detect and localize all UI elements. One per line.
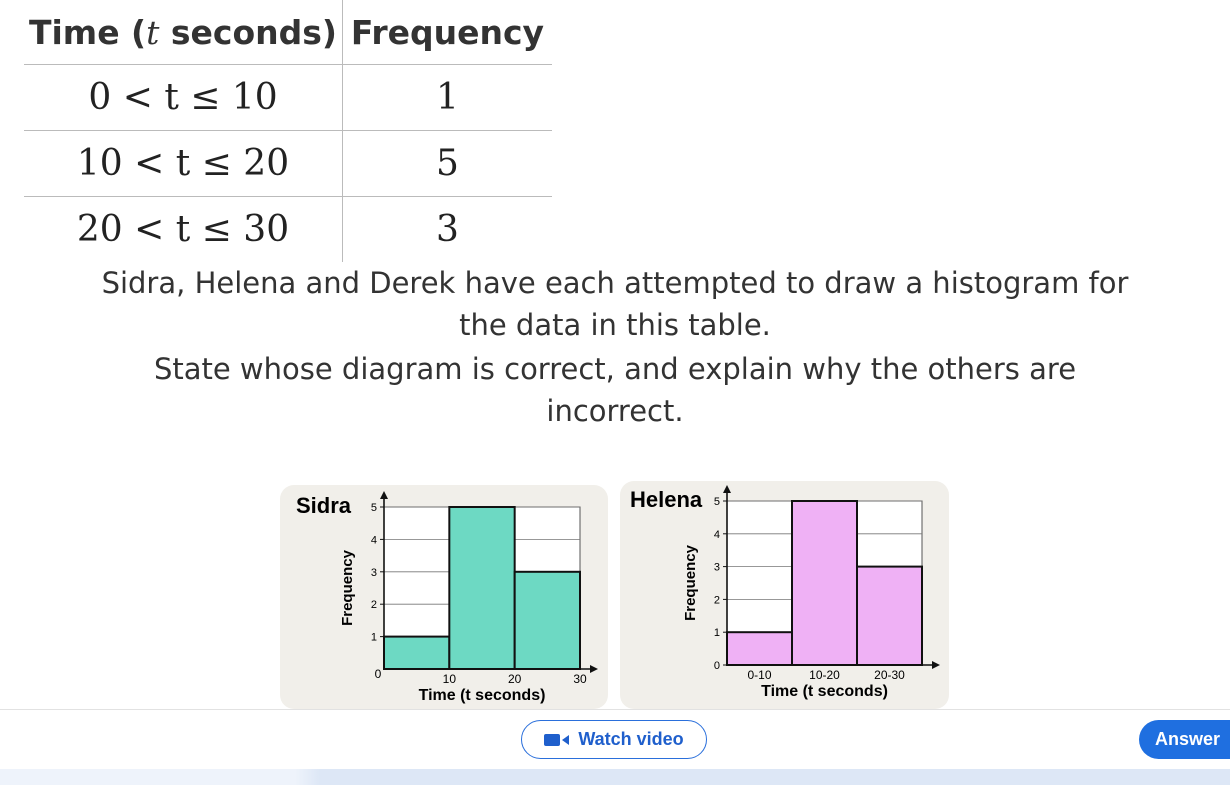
y-tick-label: 2	[371, 599, 377, 611]
answer-label: Answer	[1155, 729, 1221, 749]
frequency-cell: 1	[342, 64, 552, 131]
histogram-bar	[513, 570, 582, 670]
table-row: 20 < t ≤ 30 3	[24, 196, 552, 262]
histogram-bar	[726, 631, 793, 666]
histogram-bar	[856, 565, 923, 666]
x-tick-label: 0	[375, 667, 382, 681]
question-line-2: the data in this table.	[459, 308, 771, 342]
table-header-row: Time (t seconds) Frequency	[24, 0, 552, 65]
y-tick-label: 2	[714, 594, 720, 606]
frequency-cell: 3	[436, 209, 459, 250]
y-tick-label: 4	[714, 529, 720, 541]
x-tick-label: 10-20	[809, 668, 840, 682]
frequency-cell: 5	[342, 130, 552, 197]
x-tick-label: 0-10	[747, 668, 771, 682]
chart-title: Sidra	[296, 493, 352, 518]
sidra-histogram: 1 2 3 4 5 0 10 20 30 Sidra Time (t seconds) Frequen…	[296, 491, 598, 704]
histogram-bar	[791, 500, 858, 666]
time-column-header: Time (t seconds)	[24, 0, 343, 65]
x-tick-label: 30	[573, 672, 587, 686]
chart-title: Helena	[630, 487, 703, 512]
x-axis-arrow	[590, 665, 598, 673]
x-axis-arrow	[932, 661, 940, 669]
bottom-band	[0, 769, 1230, 785]
helena-histogram-panel: 0 1 2 3 4 5 0-10 10-20 20-30 Helena Time (t second…	[620, 481, 949, 709]
y-tick-label: 5	[371, 502, 377, 514]
x-tick-label: 20	[508, 672, 522, 686]
question-line-1: Sidra, Helena and Derek have each attemp…	[101, 266, 1129, 300]
watch-video-label: Watch video	[578, 729, 684, 749]
answer-button[interactable]: Answer	[1139, 720, 1230, 759]
y-tick-label: 0	[714, 660, 720, 672]
question-line-4: incorrect.	[546, 394, 684, 428]
y-tick-label: 5	[714, 496, 720, 508]
table-row: 0 < t ≤ 10 1	[24, 64, 552, 131]
y-axis-arrow	[723, 485, 731, 493]
x-tick-label: 20-30	[874, 668, 905, 682]
y-tick-label: 4	[371, 534, 377, 546]
video-camera-icon	[544, 733, 570, 746]
table-row: 10 < t ≤ 20 5	[24, 130, 552, 197]
frequency-column-header: Frequency	[342, 0, 552, 65]
question-line-3: State whose diagram is correct, and expl…	[153, 352, 1077, 386]
sidra-histogram-panel: 1 2 3 4 5 0 10 20 30 Sidra Time (t seconds) Frequen…	[280, 485, 608, 709]
histogram-bar	[448, 506, 516, 670]
helena-histogram: 0 1 2 3 4 5 0-10 10-20 20-30 Helena Time (t second…	[630, 485, 940, 700]
interval-cell: 0 < t ≤ 10	[24, 64, 343, 131]
y-tick-label: 1	[371, 632, 377, 644]
y-tick-label: 1	[714, 627, 720, 639]
x-axis-label: Time (t seconds)	[761, 683, 888, 700]
y-axis-label: Frequency	[339, 549, 356, 626]
interval-cell: 20 < t ≤ 30	[24, 196, 343, 262]
histogram-bar	[383, 635, 451, 671]
x-tick-label: 10	[443, 672, 457, 686]
frequency-table: Time (t seconds) Frequency 0 < t ≤ 10 1 …	[24, 0, 552, 262]
bottom-divider	[0, 709, 1230, 710]
y-axis-arrow	[380, 491, 388, 499]
y-tick-label: 3	[714, 562, 720, 574]
interval-cell: 10 < t ≤ 20	[24, 130, 343, 197]
watch-video-button[interactable]: Watch video	[521, 720, 707, 759]
y-axis-label: Frequency	[682, 544, 699, 621]
x-axis-label: Time (t seconds)	[419, 687, 546, 704]
y-tick-label: 3	[371, 567, 377, 579]
